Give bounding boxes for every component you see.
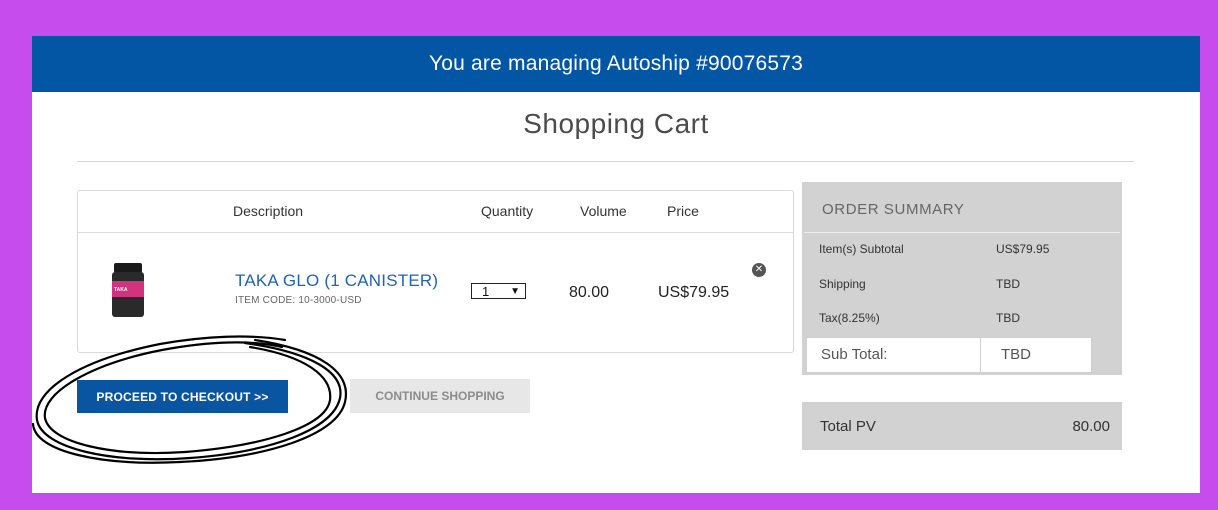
summary-row-value: TBD	[996, 311, 1020, 325]
continue-shopping-button[interactable]: CONTINUE SHOPPING	[350, 379, 530, 413]
order-summary-divider	[804, 232, 1120, 233]
autoship-cart-panel: You are managing Autoship #90076573 Shop…	[32, 36, 1200, 493]
quantity-value: 1	[482, 283, 490, 299]
total-pv-value: 80.00	[1072, 418, 1110, 435]
total-pv-label: Total PV	[820, 418, 876, 435]
title-divider	[77, 161, 1134, 162]
product-image-label: TAKA	[114, 287, 128, 293]
autoship-banner-text: You are managing Autoship #90076573	[428, 52, 804, 75]
order-summary: ORDER SUMMARY Item(s) Subtotal US$79.95 …	[802, 182, 1122, 375]
summary-row-label: Tax(8.25%)	[819, 311, 880, 325]
autoship-banner: You are managing Autoship #90076573	[32, 36, 1200, 92]
subtotal-value: TBD	[1001, 346, 1031, 363]
summary-row-label: Shipping	[819, 277, 866, 291]
column-header-quantity: Quantity	[481, 203, 534, 219]
cart-table-header: Description Quantity Volume Price	[78, 191, 793, 233]
product-name-link[interactable]: TAKA GLO (1 CANISTER)	[235, 271, 438, 291]
column-header-price: Price	[667, 203, 699, 219]
total-pv-box: Total PV 80.00	[802, 402, 1122, 450]
proceed-to-checkout-button[interactable]: PROCEED TO CHECKOUT >>	[77, 380, 288, 413]
price-value: US$79.95	[658, 284, 730, 301]
subtotal-separator	[980, 338, 981, 372]
column-header-volume: Volume	[580, 203, 627, 219]
column-header-description: Description	[233, 203, 304, 219]
product-image[interactable]: TAKA	[111, 263, 145, 317]
summary-row-value: TBD	[996, 277, 1020, 291]
cart-table: Description Quantity Volume Price TAKA T…	[77, 190, 794, 353]
volume-value: 80.00	[569, 284, 610, 301]
chevron-down-icon: ▼	[510, 285, 520, 297]
item-code: ITEM CODE: 10-3000-USD	[235, 295, 362, 306]
subtotal-label: Sub Total:	[821, 346, 888, 363]
subtotal-box: Sub Total: TBD	[806, 337, 1092, 373]
summary-row-label: Item(s) Subtotal	[819, 242, 904, 256]
remove-circle-icon[interactable]: ✕	[752, 263, 766, 277]
summary-row-value: US$79.95	[996, 242, 1050, 256]
quantity-select[interactable]: 1 ▼	[471, 283, 526, 299]
page-title: Shopping Cart	[523, 108, 709, 139]
order-summary-title: ORDER SUMMARY	[822, 201, 965, 218]
